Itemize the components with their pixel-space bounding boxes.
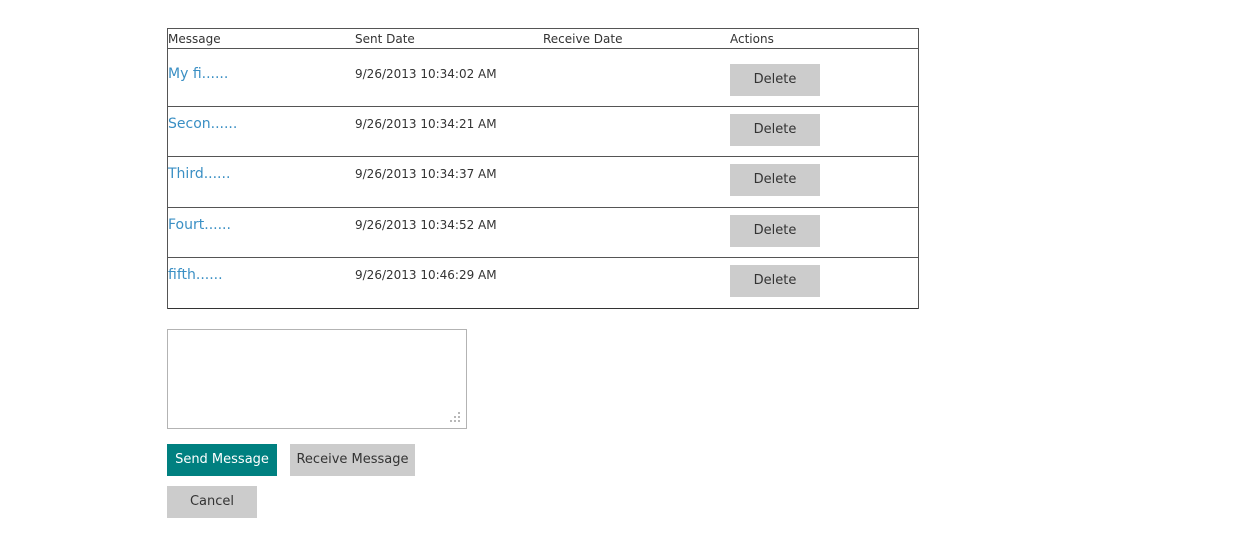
delete-button[interactable]: Delete (730, 114, 820, 146)
table-row: fifth...... 9/26/2013 10:46:29 AM Delete (168, 258, 918, 309)
grip-dot (454, 420, 456, 422)
header-receive-date: Receive Date (543, 32, 623, 46)
message-link[interactable]: fifth...... (168, 266, 223, 284)
resize-grip-icon[interactable] (448, 410, 460, 422)
messages-table: Message Sent Date Receive Date Actions M… (167, 28, 919, 309)
send-message-button[interactable]: Send Message (167, 444, 277, 476)
message-link[interactable]: My fi...... (168, 65, 228, 83)
header-message: Message (168, 32, 221, 46)
message-link[interactable]: Third...... (168, 165, 230, 183)
delete-button[interactable]: Delete (730, 164, 820, 196)
delete-button[interactable]: Delete (730, 215, 820, 247)
message-textarea-container (167, 329, 467, 429)
sent-date: 9/26/2013 10:34:21 AM (355, 117, 497, 131)
sent-date: 9/26/2013 10:46:29 AM (355, 268, 497, 282)
table-row: My fi...... 9/26/2013 10:34:02 AM Delete (168, 49, 918, 107)
grip-dot (458, 416, 460, 418)
sent-date: 9/26/2013 10:34:52 AM (355, 218, 497, 232)
table-header: Message Sent Date Receive Date Actions (168, 29, 918, 49)
grip-dot (458, 420, 460, 422)
delete-button[interactable]: Delete (730, 265, 820, 297)
message-link[interactable]: Secon...... (168, 115, 237, 133)
cancel-button[interactable]: Cancel (167, 486, 257, 518)
page: Message Sent Date Receive Date Actions M… (0, 0, 1254, 555)
table-row: Secon...... 9/26/2013 10:34:21 AM Delete (168, 107, 918, 157)
grip-dot (450, 420, 452, 422)
message-link[interactable]: Fourt...... (168, 216, 231, 234)
sent-date: 9/26/2013 10:34:02 AM (355, 67, 497, 81)
grip-dot (454, 416, 456, 418)
grip-dot (458, 412, 460, 414)
table-row: Third...... 9/26/2013 10:34:37 AM Delete (168, 157, 918, 208)
receive-message-button[interactable]: Receive Message (290, 444, 415, 476)
sent-date: 9/26/2013 10:34:37 AM (355, 167, 497, 181)
message-textarea[interactable] (168, 330, 466, 428)
header-actions: Actions (730, 32, 774, 46)
header-sent-date: Sent Date (355, 32, 415, 46)
table-row: Fourt...... 9/26/2013 10:34:52 AM Delete (168, 208, 918, 258)
delete-button[interactable]: Delete (730, 64, 820, 96)
